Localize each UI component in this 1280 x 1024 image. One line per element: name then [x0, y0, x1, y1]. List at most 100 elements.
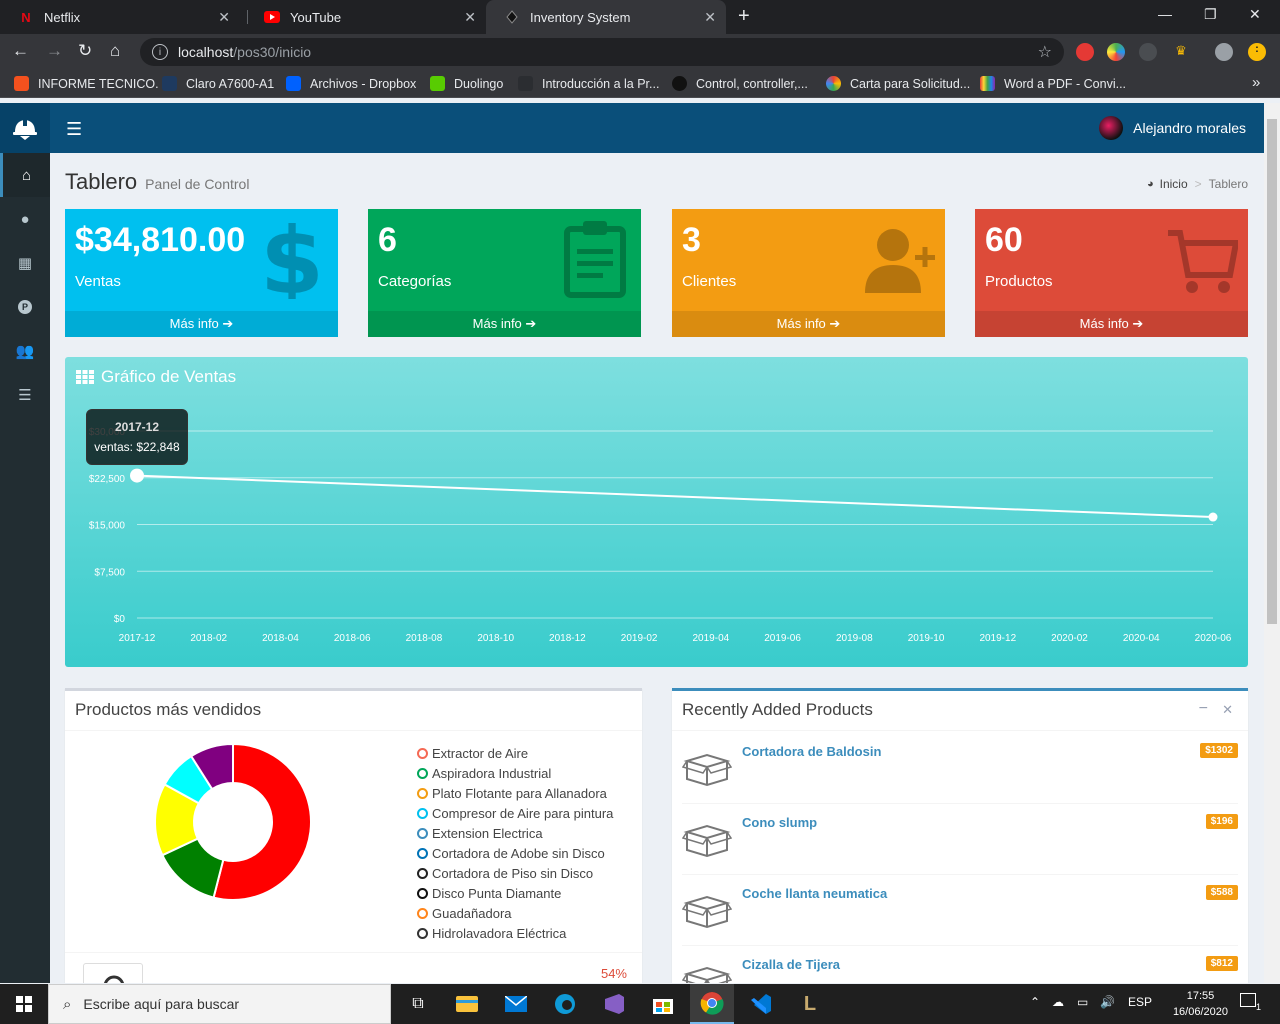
new-tab-button[interactable]: +: [738, 5, 750, 28]
users-icon: 👥: [15, 343, 35, 360]
app-logo[interactable]: [0, 103, 50, 153]
bookmark-item[interactable]: Word a PDF - Convi...: [980, 76, 1126, 91]
start-button[interactable]: [10, 990, 38, 1018]
breadcrumb-home-link[interactable]: Inicio: [1160, 177, 1188, 191]
address-bar-row: ← → ↻ ⌂ i localhost/pos30/inicio ☆ ♛ :: [0, 34, 1280, 70]
hardhat-icon: [13, 118, 37, 140]
legend-label: Extension Electrica: [432, 826, 543, 841]
sales-line-chart[interactable]: $0$7,500$15,000$22,500$30,0002017-122018…: [65, 357, 1248, 667]
forward-button[interactable]: →: [46, 41, 63, 61]
edge-icon[interactable]: [551, 990, 579, 1018]
vscode-icon[interactable]: [747, 990, 775, 1018]
home-button[interactable]: ⌂: [110, 41, 120, 61]
sidebar-item-products[interactable]: P: [0, 285, 50, 329]
sidebar-item-users[interactable]: ●: [0, 197, 50, 241]
back-button[interactable]: ←: [12, 41, 29, 61]
remove-button[interactable]: ✕: [1222, 702, 1233, 718]
menu-icon[interactable]: :: [1248, 43, 1266, 61]
product-thumbnail: [83, 963, 143, 983]
bookmark-star-icon[interactable]: ☆: [1038, 42, 1052, 62]
league-of-legends-icon[interactable]: L: [796, 990, 824, 1018]
sidebar-item-home[interactable]: ⌂: [0, 153, 50, 197]
scrollbar-thumb[interactable]: [1267, 119, 1277, 624]
data-point[interactable]: [1208, 512, 1218, 522]
user-menu[interactable]: Alejandro morales: [1099, 116, 1246, 140]
bookmark-item[interactable]: Introducción a la Pr...: [518, 76, 659, 91]
profile-avatar[interactable]: [1215, 43, 1233, 61]
show-hidden-icons[interactable]: ⌃: [1030, 995, 1040, 1009]
product-name-link[interactable]: Cortadora de Baldosin: [742, 744, 881, 759]
user-icon: ●: [20, 210, 30, 228]
url-host: localhost: [178, 44, 234, 60]
close-window-button[interactable]: ✕: [1249, 6, 1261, 23]
restore-button[interactable]: ❐: [1204, 6, 1217, 23]
notification-center-icon[interactable]: 1: [1240, 993, 1261, 1012]
product-name-link[interactable]: Coche llanta neumatica: [742, 886, 887, 901]
shopping-cart-icon: [1168, 230, 1238, 293]
windows-taskbar: ⌕ Escribe aquí para buscar ⧉ L ⌃ ☁ ▭ 🔊 E…: [0, 984, 1280, 1024]
more-info-link[interactable]: Más info ➔: [65, 311, 338, 337]
reload-button[interactable]: ↻: [78, 41, 92, 61]
tab-netflix[interactable]: N Netflix ✕: [0, 0, 240, 34]
close-icon[interactable]: ✕: [464, 9, 476, 26]
chrome-icon[interactable]: [690, 984, 734, 1024]
page-scrollbar[interactable]: [1264, 103, 1280, 983]
stat-value: 60: [985, 221, 1023, 259]
onedrive-icon[interactable]: ☁: [1052, 995, 1064, 1009]
chart-tooltip: 2017-12 ventas: $22,848: [86, 409, 188, 465]
more-info-link[interactable]: Más info ➔: [368, 311, 641, 337]
product-name-link[interactable]: Cizalla de Tijera: [742, 957, 840, 972]
bookmark-item[interactable]: Claro A7600-A1: [162, 76, 274, 91]
sidebar-toggle-button[interactable]: ☰: [66, 119, 82, 140]
network-icon[interactable]: ▭: [1077, 995, 1088, 1009]
collapse-button[interactable]: −: [1199, 700, 1208, 718]
arrow-circle-right-icon: ➔: [1132, 316, 1144, 331]
avatar: [1099, 116, 1124, 140]
extension-adblock-icon[interactable]: [1076, 43, 1094, 61]
more-info-link[interactable]: Más info ➔: [975, 311, 1248, 337]
task-view-icon[interactable]: ⧉: [404, 990, 432, 1018]
bookmark-item[interactable]: Control, controller,...: [672, 76, 808, 91]
more-info-link[interactable]: Más info ➔: [672, 311, 945, 337]
list-item: Cortadora de Baldosin $1302: [682, 733, 1238, 804]
legend-item: Disco Punta Diamante: [417, 886, 561, 901]
tooltip-value: ventas: $22,848: [94, 440, 180, 454]
data-point[interactable]: [130, 468, 144, 483]
bookmark-item[interactable]: Duolingo: [430, 76, 503, 91]
url-input[interactable]: i localhost/pos30/inicio ☆: [140, 38, 1064, 66]
legend-swatch: [417, 848, 428, 859]
x-tick-label: 2018-04: [262, 633, 299, 644]
sidebar-item-categories[interactable]: ▦: [0, 241, 50, 285]
more-bookmarks-button[interactable]: »: [1252, 74, 1260, 91]
close-icon[interactable]: ✕: [704, 9, 716, 26]
taskbar-search-input[interactable]: ⌕ Escribe aquí para buscar: [48, 984, 391, 1024]
store-icon[interactable]: [649, 990, 677, 1018]
home-icon: ⌂: [21, 166, 32, 184]
bookmark-item[interactable]: Carta para Solicitud...: [826, 76, 970, 91]
dollar-icon: $: [260, 219, 324, 299]
file-explorer-icon[interactable]: [453, 990, 481, 1018]
extension-color-icon[interactable]: [1107, 43, 1125, 61]
product-name-link[interactable]: Cono slump: [742, 815, 817, 830]
legend-item: Aspiradora Industrial: [417, 766, 551, 781]
tab-youtube[interactable]: YouTube ✕: [246, 0, 486, 34]
visual-studio-icon[interactable]: [600, 990, 628, 1018]
stat-box-categorias: 6 Categorías Más info ➔: [368, 209, 641, 337]
products-donut-chart[interactable]: [153, 742, 313, 902]
legend-swatch: [417, 808, 428, 819]
close-icon[interactable]: ✕: [218, 9, 230, 26]
bookmark-item[interactable]: Archivos - Dropbox: [286, 76, 416, 91]
x-tick-label: 2018-08: [406, 633, 443, 644]
bookmark-item[interactable]: INFORME TECNICO.: [14, 76, 159, 91]
extension-recycle-icon[interactable]: [1139, 43, 1157, 61]
info-icon[interactable]: i: [152, 44, 168, 60]
tab-inventory-system[interactable]: Inventory System ✕: [486, 0, 726, 34]
language-indicator[interactable]: ESP: [1128, 995, 1152, 1009]
clock[interactable]: 17:55 16/06/2020: [1173, 988, 1228, 1020]
mail-icon[interactable]: [502, 990, 530, 1018]
sidebar-item-sales[interactable]: ☰: [0, 373, 50, 417]
extension-crown-icon[interactable]: ♛: [1172, 43, 1190, 61]
sidebar-item-clients[interactable]: 👥: [0, 329, 50, 373]
volume-icon[interactable]: 🔊: [1100, 995, 1115, 1009]
minimize-button[interactable]: —: [1158, 6, 1172, 22]
